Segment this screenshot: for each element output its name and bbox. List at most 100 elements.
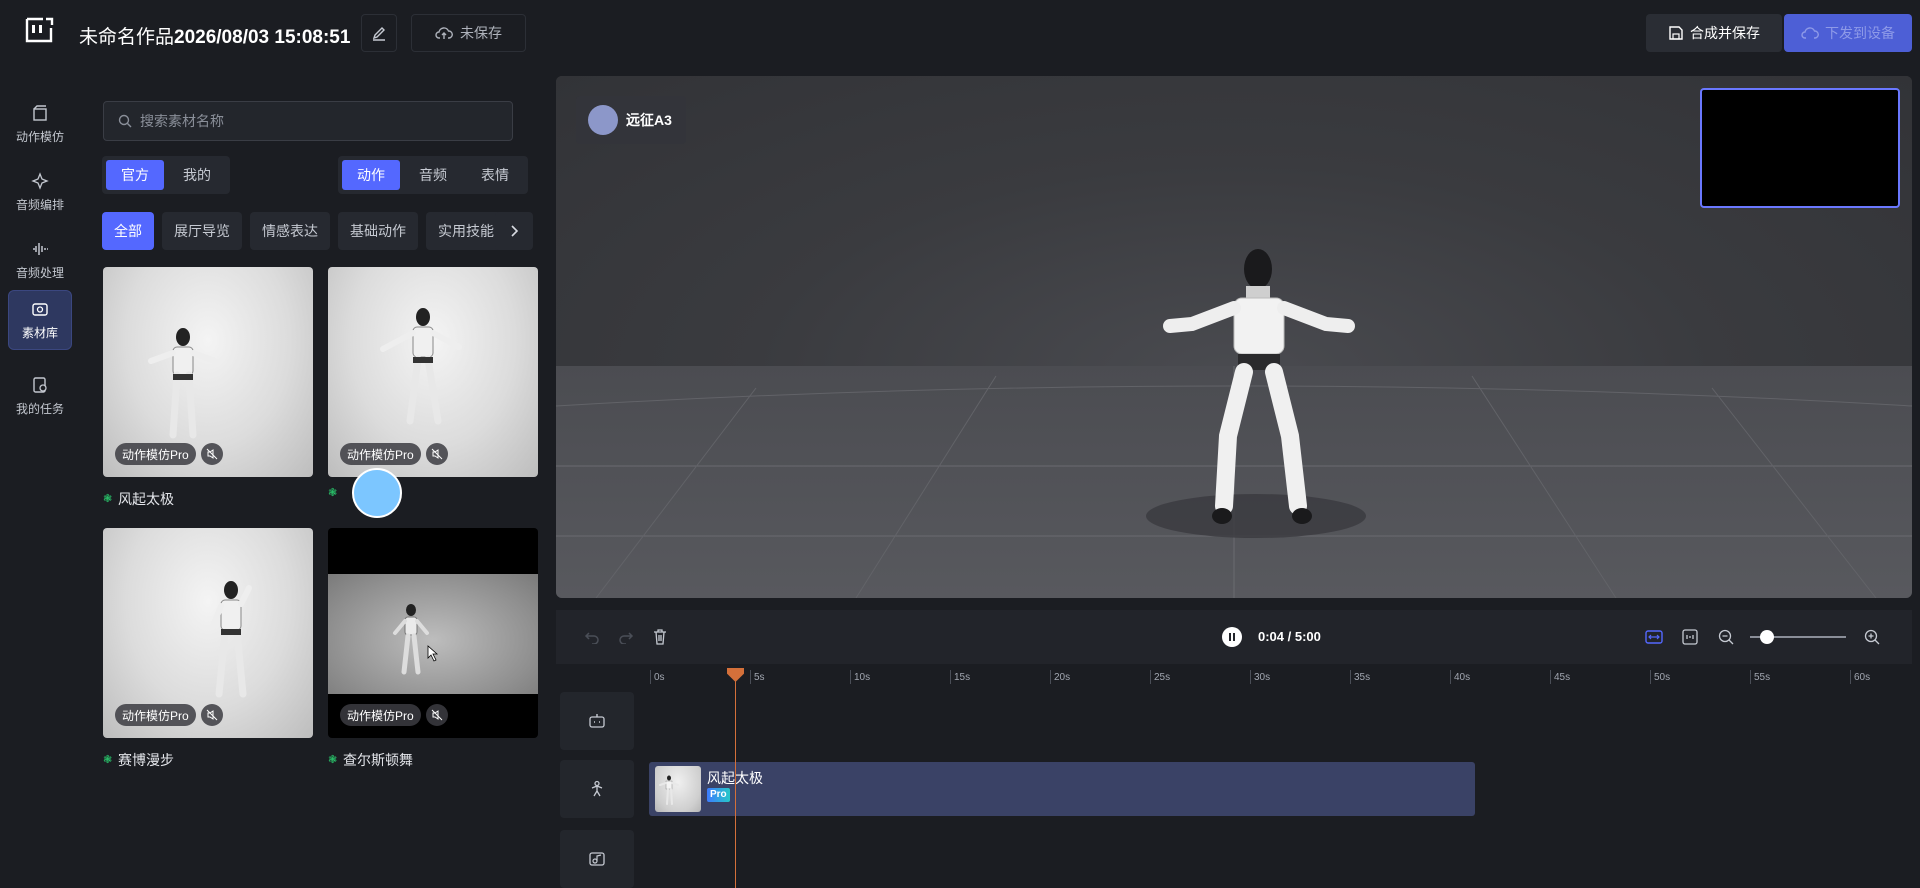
search-icon	[118, 114, 132, 128]
ruler-tick: 15s	[949, 670, 971, 684]
chip-practical-skills[interactable]: 实用技能	[426, 212, 506, 250]
asset-card[interactable]: 动作模仿Pro ❃ 赛博漫步	[103, 528, 313, 770]
pause-button[interactable]	[1222, 627, 1242, 647]
undo-button[interactable]	[582, 627, 602, 647]
mute-toggle[interactable]	[426, 704, 448, 726]
deploy-to-device-button[interactable]: 下发到设备	[1784, 14, 1912, 52]
snap-icon	[1682, 629, 1698, 645]
asset-card[interactable]: 动作模仿Pro ❃ 查尔斯顿舞	[328, 528, 538, 770]
clip-pro-badge: Pro	[707, 788, 730, 802]
cloud-download-icon	[1801, 27, 1819, 39]
nav-label: 动作模仿	[15, 129, 64, 144]
asset-name: 赛博漫步	[118, 752, 174, 768]
tab-official[interactable]: 官方	[106, 160, 164, 190]
asset-panel: 官方 我的 动作 音频 表情 全部 展厅导览 情感表达 基础动作 实用技能	[80, 66, 550, 888]
official-flower-icon: ❃	[328, 753, 338, 766]
source-tabs: 官方 我的	[102, 156, 230, 194]
zoom-in-button[interactable]	[1862, 627, 1882, 647]
person-motion-icon	[591, 780, 603, 797]
playback-time: 0:04 / 5:00	[1258, 629, 1321, 644]
snap-toggle-button[interactable]	[1680, 627, 1700, 647]
nav-item-motion-imitation[interactable]: 动作模仿	[8, 94, 72, 154]
redo-button[interactable]	[616, 627, 636, 647]
tab-audio[interactable]: 音频	[404, 160, 462, 190]
mute-toggle[interactable]	[201, 704, 223, 726]
zoom-out-icon	[1718, 629, 1734, 645]
ruler-tick: 35s	[1349, 670, 1371, 684]
motion-pro-badge: 动作模仿Pro	[115, 704, 196, 726]
official-flower-icon: ❃	[103, 492, 113, 505]
mute-toggle[interactable]	[201, 443, 223, 465]
deploy-label: 下发到设备	[1825, 25, 1895, 41]
project-title-prefix: 未命名作品	[79, 27, 175, 48]
official-flower-icon: ❃	[103, 753, 113, 766]
asset-name-row: ❃ 赛博漫步	[103, 750, 313, 770]
nav-label: 素材库	[21, 325, 58, 340]
app-logo-icon	[25, 17, 54, 43]
zoom-out-button[interactable]	[1716, 627, 1736, 647]
motion-pro-badge: 动作模仿Pro	[340, 704, 421, 726]
timeline[interactable]: 0s 5s 10s 15s 20s 25s 30s 35s 40s 45s 50…	[556, 664, 1912, 888]
nav-label: 我的任务	[15, 401, 64, 416]
ruler-tick: 30s	[1249, 670, 1271, 684]
ruler-tick: 5s	[750, 670, 765, 684]
nav-item-my-tasks[interactable]: 我的任务	[8, 366, 72, 426]
chip-emotion[interactable]: 情感表达	[250, 212, 330, 250]
asset-search-box[interactable]	[103, 101, 513, 141]
chip-all[interactable]: 全部	[102, 212, 154, 250]
trash-icon	[654, 629, 666, 645]
tab-mine[interactable]: 我的	[168, 160, 226, 190]
track-header-robot[interactable]	[560, 692, 634, 750]
search-input[interactable]	[140, 113, 500, 129]
left-nav: 动作模仿 音频编排 音频处理 素材库 我的任务	[0, 66, 80, 888]
muted-speaker-icon	[206, 448, 218, 460]
official-flower-icon: ❃	[328, 487, 338, 499]
3d-preview-viewport[interactable]: 远征A3	[556, 76, 1912, 598]
audio-track-icon	[589, 852, 605, 866]
motion-imitation-icon	[33, 104, 47, 121]
track-header-audio[interactable]	[560, 830, 634, 888]
ruler-tick: 45s	[1549, 670, 1571, 684]
ruler-tick: 50s	[1649, 670, 1671, 684]
unsaved-status-button[interactable]: 未保存	[411, 14, 526, 52]
asset-name-row: ❃ 风起太极	[103, 489, 313, 509]
time-ruler[interactable]: 0s 5s 10s 15s 20s 25s 30s 35s 40s 45s 50…	[556, 664, 1912, 692]
nav-item-audio-process[interactable]: 音频处理	[8, 230, 72, 290]
audio-process-icon	[33, 242, 48, 255]
asset-thumbnail[interactable]: 动作模仿Pro	[103, 528, 313, 738]
tab-expression[interactable]: 表情	[466, 160, 524, 190]
category-next-button[interactable]	[495, 212, 533, 250]
asset-name-row: ❃ 查尔斯顿舞	[328, 750, 538, 770]
zoom-in-icon	[1864, 629, 1880, 645]
compose-save-button[interactable]: 合成并保存	[1646, 14, 1782, 52]
tab-motion[interactable]: 动作	[342, 160, 400, 190]
edit-pencil-icon	[372, 27, 385, 41]
asset-thumbnail[interactable]: 动作模仿Pro	[328, 267, 538, 477]
nav-item-asset-library[interactable]: 素材库	[8, 290, 72, 350]
chip-basic-motion[interactable]: 基础动作	[338, 212, 418, 250]
asset-name: 风起太极	[118, 491, 174, 507]
motion-clip[interactable]: 风起太极 Pro	[649, 762, 1475, 816]
asset-thumbnail[interactable]: 动作模仿Pro	[328, 528, 538, 738]
redo-icon	[619, 632, 634, 644]
mute-toggle[interactable]	[426, 443, 448, 465]
fit-timeline-button[interactable]	[1644, 627, 1664, 647]
robot-pose-thumbnail	[659, 775, 679, 805]
delete-button[interactable]	[650, 627, 670, 647]
rename-button[interactable]	[361, 14, 397, 52]
track-header-motion[interactable]	[560, 760, 634, 818]
pause-icon	[1229, 633, 1235, 641]
zoom-slider-handle[interactable]	[1760, 630, 1774, 644]
unsaved-label: 未保存	[460, 25, 502, 41]
asset-card[interactable]: 动作模仿Pro ❃ 风起太极	[103, 267, 313, 509]
nav-item-audio-arrange[interactable]: 音频编排	[8, 162, 72, 222]
ruler-tick: 0s	[650, 670, 665, 684]
camera-minimap[interactable]	[1700, 88, 1900, 208]
asset-thumbnail[interactable]: 动作模仿Pro	[103, 267, 313, 477]
chip-hall-tour[interactable]: 展厅导览	[162, 212, 242, 250]
robot-name: 远征A3	[626, 112, 672, 128]
top-bar: 未命名作品2026/08/03 15:08:51 未保存 合成并保存 下发到设备	[0, 0, 1920, 66]
robot-model-selector[interactable]: 远征A3	[576, 96, 686, 144]
asset-name: 查尔斯顿舞	[343, 752, 413, 768]
asset-card[interactable]: 动作模仿Pro ❃	[328, 267, 538, 499]
